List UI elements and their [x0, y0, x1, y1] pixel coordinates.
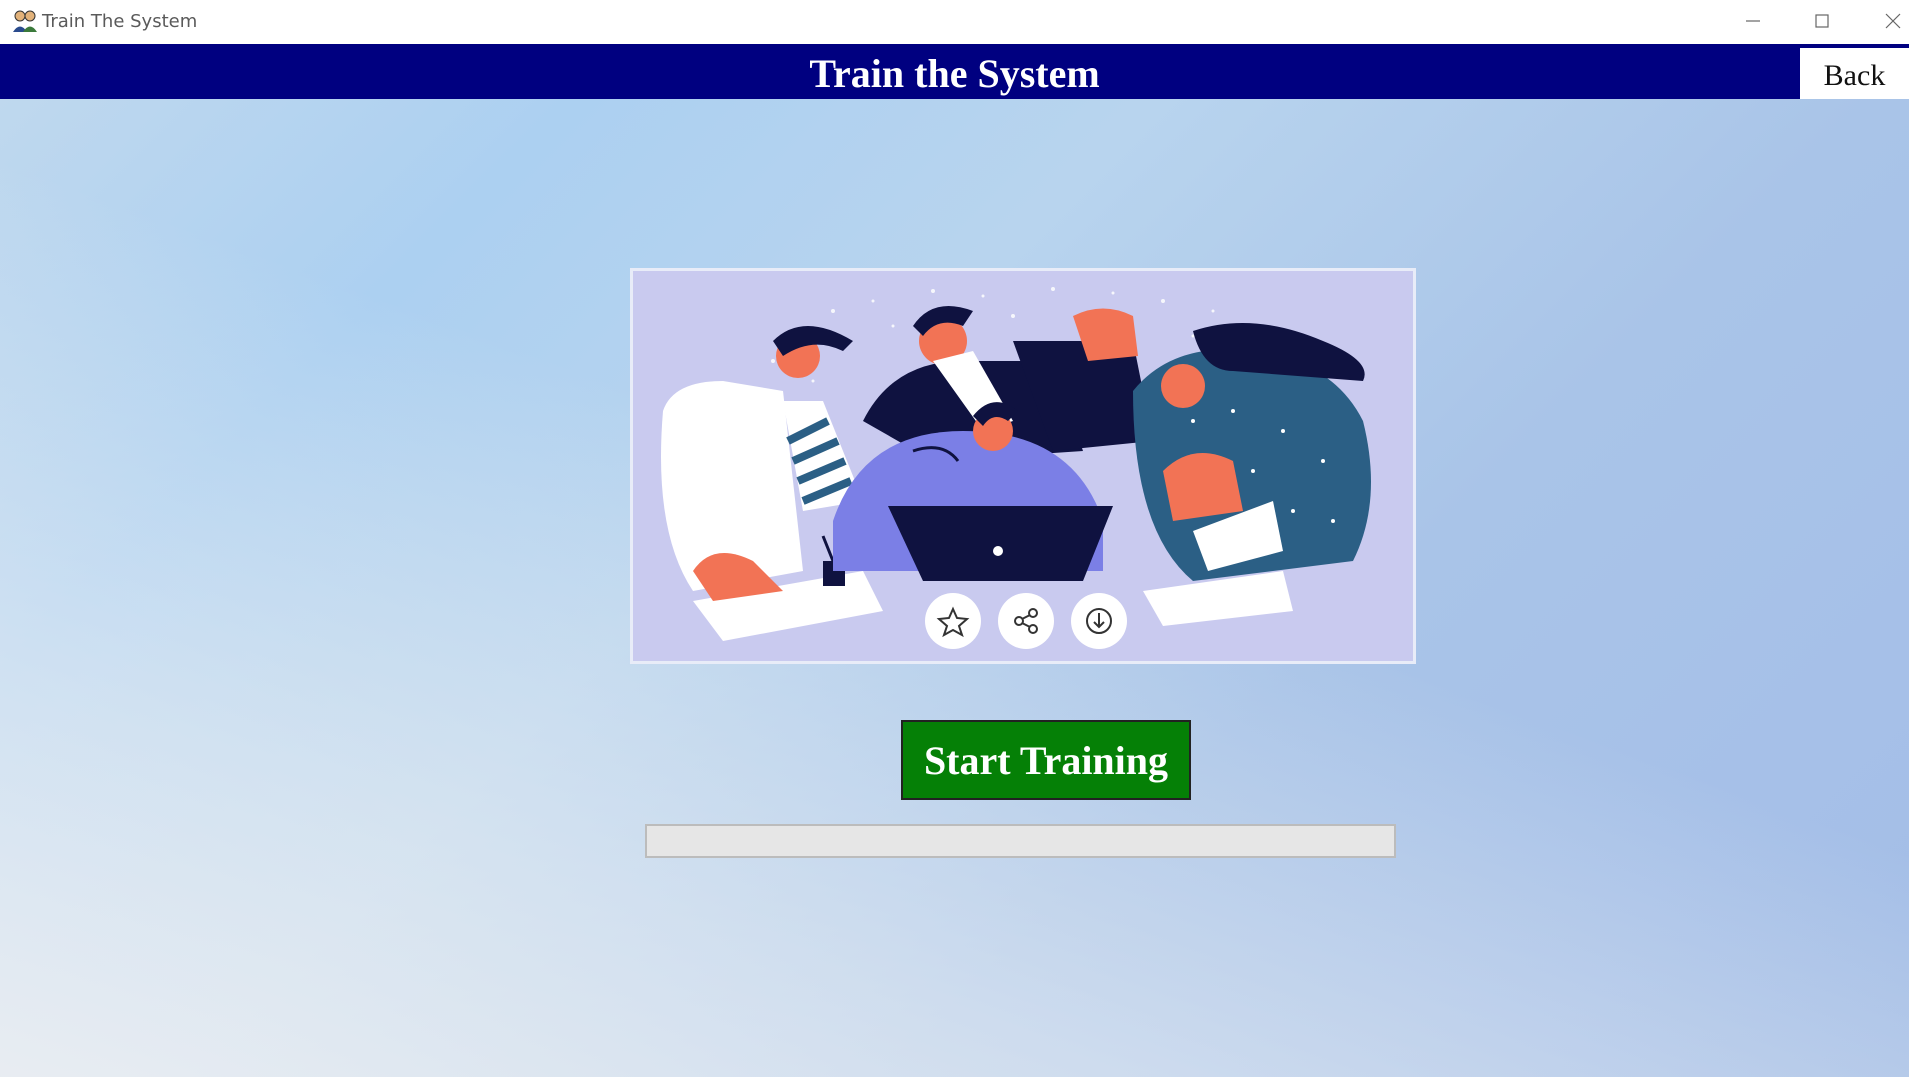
- window-titlebar: Train The System: [0, 0, 1909, 45]
- star-icon: [925, 593, 981, 649]
- close-button[interactable]: [1871, 6, 1909, 36]
- maximize-icon: [1815, 14, 1829, 28]
- training-progress-bar: [645, 824, 1396, 858]
- back-button[interactable]: Back: [1800, 48, 1909, 105]
- window-title: Train The System: [42, 11, 198, 32]
- maximize-button[interactable]: [1800, 6, 1844, 36]
- start-training-button[interactable]: Start Training: [901, 720, 1191, 800]
- share-icon: [998, 593, 1054, 649]
- team-illustration: [630, 268, 1416, 664]
- people-icon: [12, 9, 38, 33]
- minimize-icon: [1746, 20, 1760, 22]
- minimize-button[interactable]: [1731, 6, 1775, 36]
- download-icon: [1071, 593, 1127, 649]
- page-title: Train the System: [809, 51, 1100, 96]
- close-icon: [1885, 13, 1901, 29]
